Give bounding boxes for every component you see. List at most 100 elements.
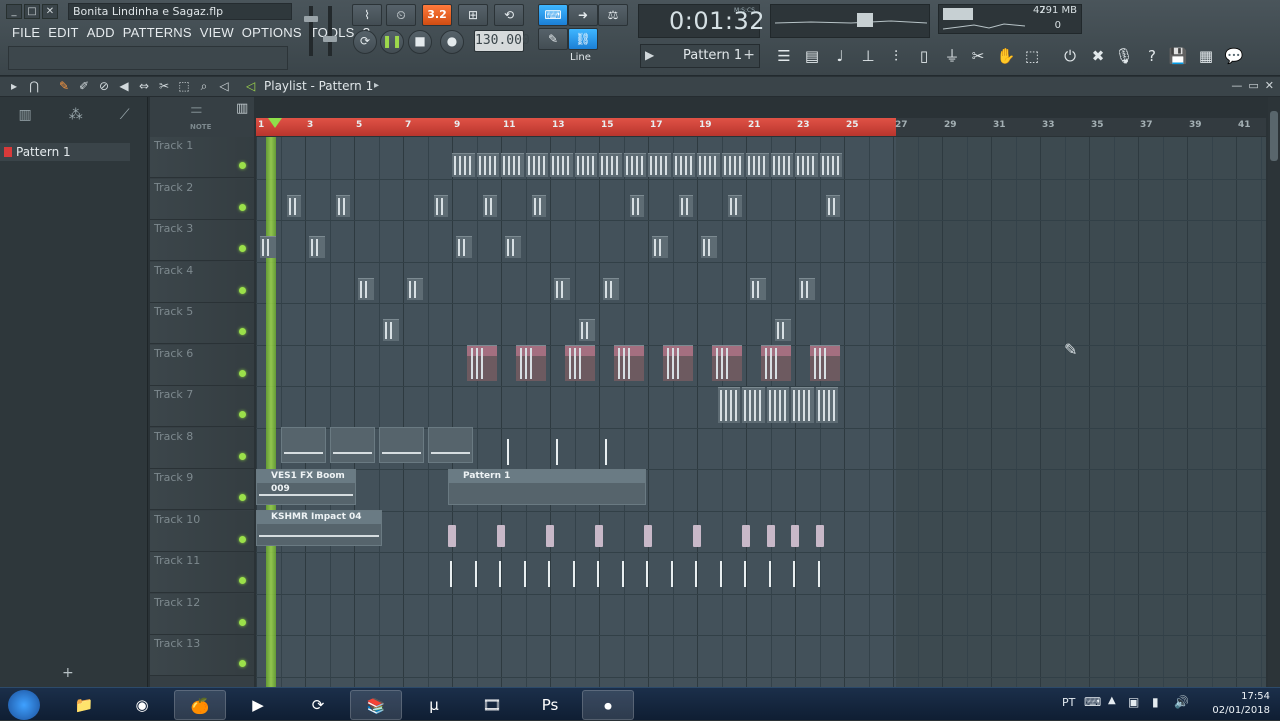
note-mark[interactable] [695, 561, 697, 587]
pattern-clip[interactable] [407, 278, 423, 300]
pattern-clip[interactable] [662, 345, 693, 381]
audio-clip[interactable]: KSHMR Impact 04 [256, 510, 382, 546]
menu-add[interactable]: ADD [83, 24, 119, 42]
audio-clip[interactable] [280, 427, 326, 463]
winrar-icon[interactable]: 📚 [350, 690, 402, 720]
cpu-icon[interactable]: ⏻ [1058, 44, 1082, 68]
pattern-clip[interactable] [599, 153, 622, 177]
pattern-clip[interactable] [809, 345, 840, 381]
track-header[interactable]: Track 4 [150, 261, 254, 303]
note-block[interactable] [742, 525, 750, 547]
track-header[interactable]: Track 11 [150, 552, 254, 593]
language-indicator[interactable]: PT [1062, 696, 1075, 709]
mute-tool-icon[interactable]: ◀ [116, 78, 132, 94]
track-header[interactable]: Track 6 [150, 344, 254, 386]
menu-view[interactable]: VIEW [196, 24, 238, 42]
note-mark[interactable] [474, 561, 477, 587]
browser-icon[interactable]: ⊥ [856, 44, 880, 68]
pattern-clip[interactable] [701, 236, 717, 258]
tempo-display[interactable]: 130.000 [474, 30, 530, 52]
track-mute-led[interactable] [239, 328, 246, 335]
arrangement-grid[interactable]: VES1 FX Boom 009 Pattern 1 KSHMR Impact 04 [256, 137, 1266, 687]
pattern-clip[interactable] [309, 236, 325, 258]
pattern-clip[interactable] [550, 153, 573, 177]
pattern-clip[interactable] [791, 387, 814, 423]
pattern-clip[interactable] [466, 345, 497, 381]
pattern-clip[interactable] [717, 387, 740, 423]
audio-clip[interactable] [378, 427, 424, 463]
track-mute-led[interactable] [239, 162, 246, 169]
picker-item[interactable]: Pattern 1 [0, 143, 130, 161]
pattern-clip[interactable] [766, 387, 789, 423]
magnet-icon[interactable]: ⋂ [26, 78, 42, 94]
piano-roll-icon[interactable]: ♩ [828, 44, 852, 68]
slip-tool-icon[interactable]: ⇔ [136, 78, 152, 94]
chrome-icon[interactable]: ◉ [116, 690, 168, 720]
track-mute-led[interactable] [239, 369, 246, 377]
select-tool-icon[interactable]: ⬚ [176, 78, 192, 94]
pattern-clip[interactable] [711, 345, 742, 381]
system-clock[interactable]: 17:54 02/01/2018 [1212, 690, 1270, 718]
pattern-clip[interactable] [476, 153, 499, 177]
track-header[interactable]: Track 7 [150, 386, 254, 427]
video-editor-icon[interactable]: 🎞 [466, 690, 518, 720]
mixer-icon[interactable]: ⫶ [884, 44, 908, 68]
help-icon[interactable]: ? [1140, 44, 1164, 68]
pattern-clip[interactable] [678, 195, 693, 217]
audio-clip[interactable] [329, 427, 375, 463]
note-mark[interactable] [556, 439, 558, 465]
menu-patterns[interactable]: PATTERNS [119, 24, 196, 42]
menu-file[interactable]: FILE [8, 24, 44, 42]
pattern-clip[interactable] [564, 345, 595, 381]
menu-options[interactable]: OPTIONS [238, 24, 306, 42]
track-header[interactable]: Track 5 [150, 303, 254, 344]
volume-icon[interactable]: 🔊 [1174, 695, 1189, 709]
pattern-clip[interactable] [554, 278, 570, 300]
tray-expand-icon[interactable]: ▲ [1108, 695, 1116, 706]
step-edit-arrow-button[interactable]: ➜ [568, 4, 598, 26]
song-mode-button[interactable]: ⟳ [353, 30, 377, 54]
pattern-prev-icon[interactable]: ▶ [645, 48, 654, 62]
touch-controller-icon[interactable]: ✋ [994, 44, 1018, 68]
metronome-button[interactable]: ⌇ [352, 4, 382, 26]
signal-icon[interactable]: ▮ [1152, 695, 1159, 709]
add-pattern-icon[interactable]: + [743, 47, 755, 63]
track-mute-led[interactable] [239, 286, 246, 294]
pattern-clip[interactable] [770, 153, 793, 177]
master-pitch-slider[interactable] [323, 6, 337, 56]
note-mark[interactable] [646, 561, 648, 587]
note-mark[interactable] [507, 439, 509, 465]
pattern-clip[interactable] [456, 236, 472, 258]
pattern-clip[interactable] [382, 319, 399, 341]
pattern-clip[interactable] [672, 153, 695, 177]
pattern-clip[interactable] [433, 195, 448, 217]
delete-tool-icon[interactable]: ⊘ [96, 78, 112, 94]
pattern-clip[interactable] [501, 153, 524, 177]
title-dropdown-icon[interactable]: ▸ [374, 80, 379, 91]
track-header[interactable]: Track 2 [150, 178, 254, 220]
piano-keys-icon[interactable]: ▥ [236, 101, 248, 116]
pattern-clip[interactable] [482, 195, 497, 217]
track-header[interactable]: Track 13 [150, 635, 254, 676]
utorrent-icon[interactable]: μ [408, 690, 460, 720]
playlist-icon[interactable]: ☰ [772, 44, 796, 68]
playhead-marker[interactable] [268, 118, 282, 128]
pattern-clip[interactable] [505, 236, 521, 258]
track-mute-led[interactable] [239, 203, 246, 211]
pattern-clip[interactable] [819, 153, 842, 177]
note-mark[interactable] [621, 561, 624, 587]
typing-keyboard-button[interactable]: ⌨ [538, 4, 568, 26]
time-display[interactable]: 0:01:32 M:S:CS [638, 4, 765, 38]
microphone-icon[interactable]: 🎙 [1112, 44, 1136, 68]
pattern-clip[interactable] [358, 278, 374, 300]
note-mark[interactable] [768, 561, 771, 587]
pattern-clip[interactable] [525, 153, 548, 177]
master-volume-slider[interactable] [304, 6, 318, 56]
pattern-clip[interactable] [578, 319, 595, 341]
chat-icon[interactable]: 💬 [1222, 44, 1246, 68]
audio-icon[interactable]: ⁂ [69, 107, 83, 135]
pattern-clip[interactable] [286, 195, 301, 217]
recording-filter-button[interactable]: ⚖ [598, 4, 628, 26]
draw-tool-icon[interactable]: ✎ [56, 78, 72, 94]
picker-add-icon[interactable]: + [62, 665, 74, 681]
